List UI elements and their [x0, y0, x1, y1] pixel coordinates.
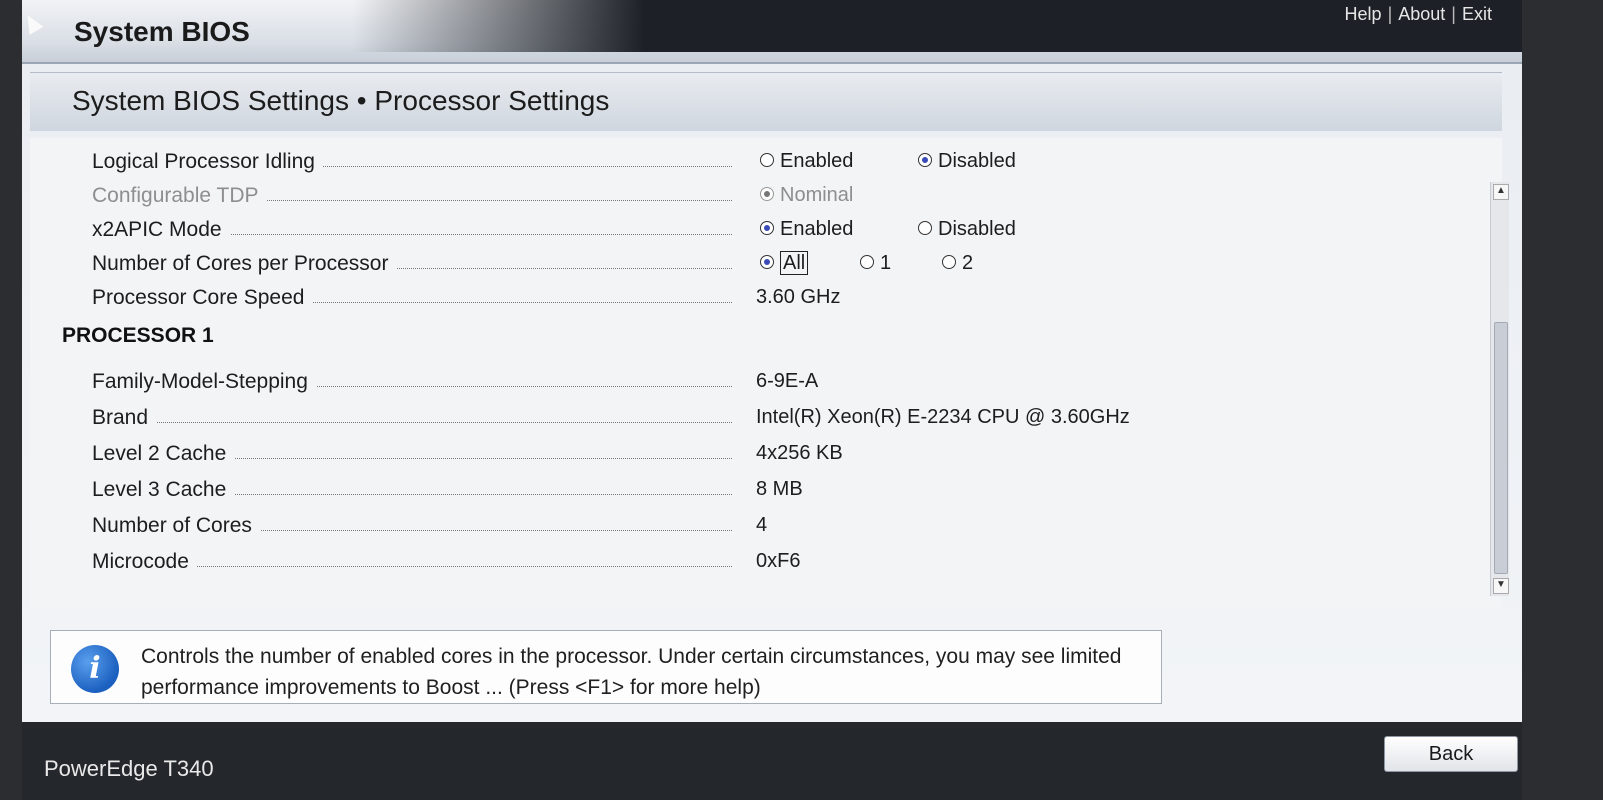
page-title-bullet: •	[356, 85, 367, 116]
info-label: Brand	[92, 406, 157, 430]
footer-bar: PowerEdge T340 Back	[22, 722, 1522, 800]
radio-checked-icon	[918, 152, 932, 167]
radio-unchecked-icon	[942, 254, 956, 269]
radio-option-1[interactable]: 1	[860, 252, 891, 275]
scrollbar[interactable]: ▲ ▼	[1490, 182, 1509, 596]
link-separator: |	[1387, 4, 1393, 24]
info-row-microcode: Microcode 0xF6	[30, 544, 1490, 578]
help-link[interactable]: Help	[1345, 4, 1382, 24]
info-value: 4	[756, 514, 768, 536]
setting-label: Configurable TDP	[92, 184, 267, 208]
setting-label: Number of Cores per Processor	[92, 252, 397, 276]
setting-label: Logical Processor Idling	[92, 150, 323, 174]
section-heading: PROCESSOR 1	[62, 324, 214, 347]
radio-option-disabled[interactable]: Disabled	[918, 218, 1016, 241]
scrollbar-thumb[interactable]	[1494, 322, 1508, 574]
page-title: System BIOS Settings • Processor Setting…	[72, 85, 609, 117]
radio-option-nominal: Nominal	[760, 184, 853, 207]
info-row-family-model-stepping: Family-Model-Stepping 6-9E-A	[30, 364, 1490, 398]
option-label: 1	[880, 252, 892, 274]
option-label: Nominal	[780, 184, 854, 206]
top-bar: System BIOS Help | About | Exit	[22, 0, 1522, 64]
info-value: 0xF6	[756, 550, 801, 572]
settings-content: Logical Processor Idling Enabled Disable…	[30, 138, 1502, 608]
radio-unchecked-icon	[918, 220, 932, 235]
info-label: Level 2 Cache	[92, 442, 235, 466]
bios-screen: System BIOS Help | About | Exit System BIOS …	[22, 0, 1522, 800]
leader-dots	[92, 422, 732, 423]
setting-row-cores-per-processor: Number of Cores per Processor All 1 2	[30, 246, 1490, 280]
setting-row-logical-processor-idling: Logical Processor Idling Enabled Disable…	[30, 144, 1490, 178]
exit-link[interactable]: Exit	[1462, 4, 1492, 24]
info-label: Family-Model-Stepping	[92, 370, 316, 394]
scroll-down-arrow-icon[interactable]: ▼	[1493, 578, 1509, 594]
link-separator: |	[1451, 4, 1456, 24]
page-title-sub: Processor Settings	[374, 85, 610, 116]
radio-checked-icon	[760, 186, 774, 201]
setting-row-core-speed: Processor Core Speed 3.60 GHz	[30, 280, 1490, 314]
about-link[interactable]: About	[1398, 4, 1445, 24]
option-label: Disabled	[938, 218, 1016, 240]
setting-label: Processor Core Speed	[92, 286, 313, 310]
setting-row-x2apic-mode: x2APIC Mode Enabled Disabled	[30, 212, 1490, 246]
page-header: System BIOS Settings • Processor Setting…	[30, 72, 1502, 131]
info-label: Microcode	[92, 550, 197, 574]
option-label: All	[780, 251, 809, 275]
help-panel: i Controls the number of enabled cores i…	[50, 630, 1162, 704]
option-label: Enabled	[780, 150, 854, 172]
info-value: Intel(R) Xeon(R) E-2234 CPU @ 3.60GHz	[756, 406, 1130, 428]
radio-checked-icon	[760, 220, 774, 235]
help-text: Controls the number of enabled cores in …	[141, 645, 1122, 699]
server-model: PowerEdge T340	[44, 756, 214, 781]
setting-row-configurable-tdp: Configurable TDP Nominal	[30, 178, 1490, 212]
info-value: 6-9E-A	[756, 370, 819, 392]
info-icon: i	[71, 645, 119, 693]
scroll-up-arrow-icon[interactable]: ▲	[1493, 184, 1509, 200]
setting-label: x2APIC Mode	[92, 218, 230, 242]
radio-unchecked-icon	[860, 254, 874, 269]
radio-option-disabled[interactable]: Disabled	[918, 150, 1016, 173]
radio-option-2[interactable]: 2	[942, 252, 973, 275]
radio-option-all[interactable]: All	[760, 251, 809, 275]
info-label: Number of Cores	[92, 514, 260, 538]
option-label: Enabled	[780, 218, 854, 240]
option-label: 2	[962, 252, 974, 274]
page-title-main: System BIOS Settings	[72, 85, 349, 116]
info-value: 4x256 KB	[756, 442, 843, 464]
back-button[interactable]: Back	[1384, 736, 1518, 772]
info-value: 8 MB	[756, 478, 803, 500]
info-row-brand: Brand Intel(R) Xeon(R) E-2234 CPU @ 3.60…	[30, 400, 1490, 434]
radio-unchecked-icon	[760, 152, 774, 167]
setting-value: 3.60 GHz	[756, 286, 841, 308]
radio-checked-icon	[760, 254, 774, 269]
option-label: Disabled	[938, 150, 1016, 172]
info-row-level-2-cache: Level 2 Cache 4x256 KB	[30, 436, 1490, 470]
app-title: System BIOS	[74, 16, 250, 47]
info-label: Level 3 Cache	[92, 478, 235, 502]
info-row-number-of-cores: Number of Cores 4	[30, 508, 1490, 542]
info-row-level-3-cache: Level 3 Cache 8 MB	[30, 472, 1490, 506]
top-links: Help | About | Exit	[1345, 4, 1492, 25]
radio-option-enabled[interactable]: Enabled	[760, 218, 853, 241]
radio-option-enabled[interactable]: Enabled	[760, 150, 853, 173]
